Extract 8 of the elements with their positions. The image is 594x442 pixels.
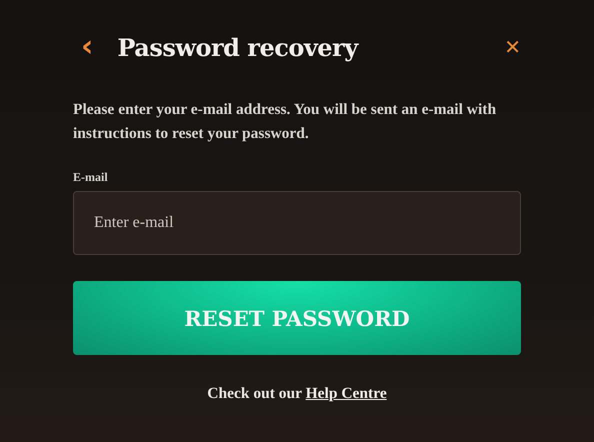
back-button[interactable]: ‹: [81, 32, 94, 62]
instructions-text: Please enter your e-mail address. You will be sent an e-mail with instructions to reset your password.: [73, 100, 498, 144]
email-field[interactable]: Enter e-mail: [73, 191, 521, 255]
field-label: E-mail: [73, 170, 109, 185]
close-button[interactable]: ✕: [504, 37, 521, 57]
help-text: Check out our Help Centre: [206, 385, 388, 403]
dialog-title: Password recovery: [117, 32, 358, 62]
help-centre-link[interactable]: Help Centre: [306, 385, 387, 402]
